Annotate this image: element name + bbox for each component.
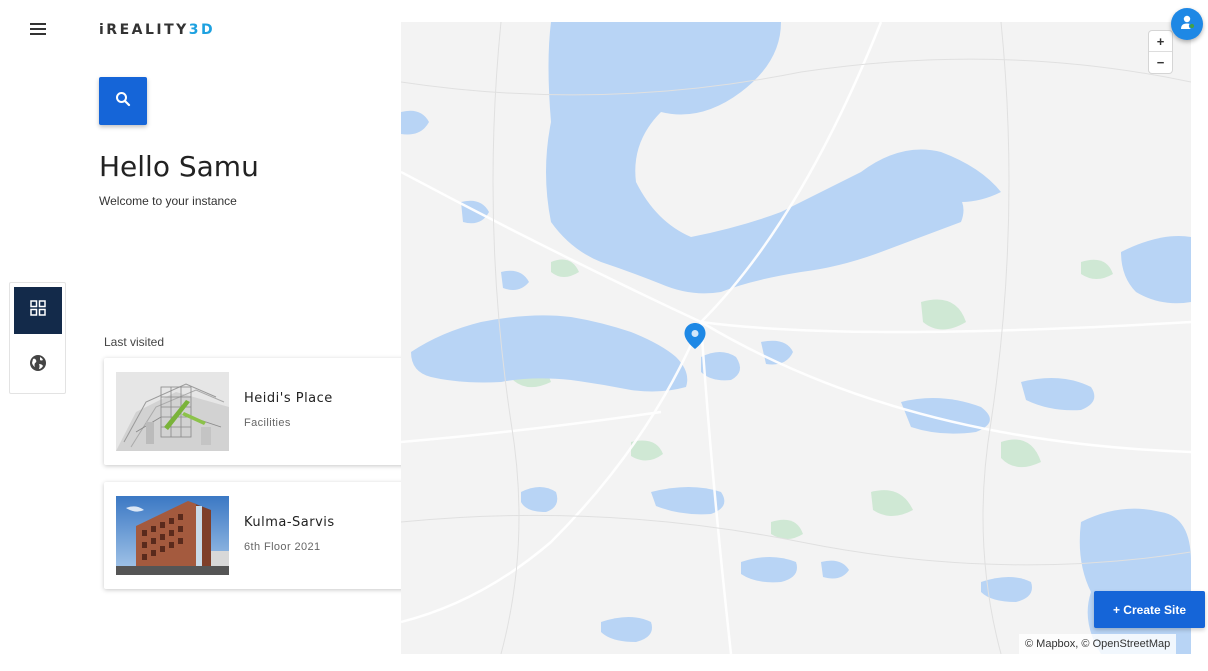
app-logo[interactable]: iREALITY3D <box>99 22 215 38</box>
map-attribution[interactable]: © Mapbox, © OpenStreetMap <box>1019 634 1177 654</box>
site-title: Heidi's Place <box>244 391 333 406</box>
rail-item-globe[interactable] <box>14 342 62 389</box>
zoom-out-button[interactable]: − <box>1149 52 1172 73</box>
map-base-layer <box>401 22 1191 654</box>
logo-main-text: iREALITY <box>99 22 189 38</box>
hamburger-menu-icon[interactable] <box>26 18 50 40</box>
globe-icon <box>29 354 47 377</box>
rail-item-dashboard[interactable] <box>14 287 62 334</box>
site-subtitle: Facilities <box>244 417 291 429</box>
page-title: Hello Samu <box>99 150 259 183</box>
create-site-button[interactable]: + Create Site <box>1094 591 1205 628</box>
last-visited-label: Last visited <box>104 335 165 349</box>
search-icon <box>115 91 131 112</box>
view-switcher-rail <box>9 282 66 394</box>
site-subtitle: 6th Floor 2021 <box>244 541 321 553</box>
search-button[interactable] <box>99 77 147 125</box>
site-title: Kulma-Sarvis <box>244 515 335 530</box>
user-avatar-button[interactable] <box>1171 8 1203 40</box>
page-subtitle: Welcome to your instance <box>99 194 237 208</box>
site-thumbnail <box>116 496 229 575</box>
map-view[interactable] <box>401 22 1191 654</box>
zoom-in-button[interactable]: + <box>1149 31 1172 52</box>
app-root: iREALITY3D Hello Samu Welcome to your in… <box>0 0 1208 671</box>
logo-accent-text: 3D <box>188 22 216 38</box>
user-avatar-icon <box>1179 14 1196 35</box>
site-thumbnail <box>116 372 229 451</box>
dashboard-grid-icon <box>30 300 46 321</box>
location-pin-icon[interactable] <box>683 322 707 350</box>
map-zoom-control: + − <box>1149 31 1172 73</box>
